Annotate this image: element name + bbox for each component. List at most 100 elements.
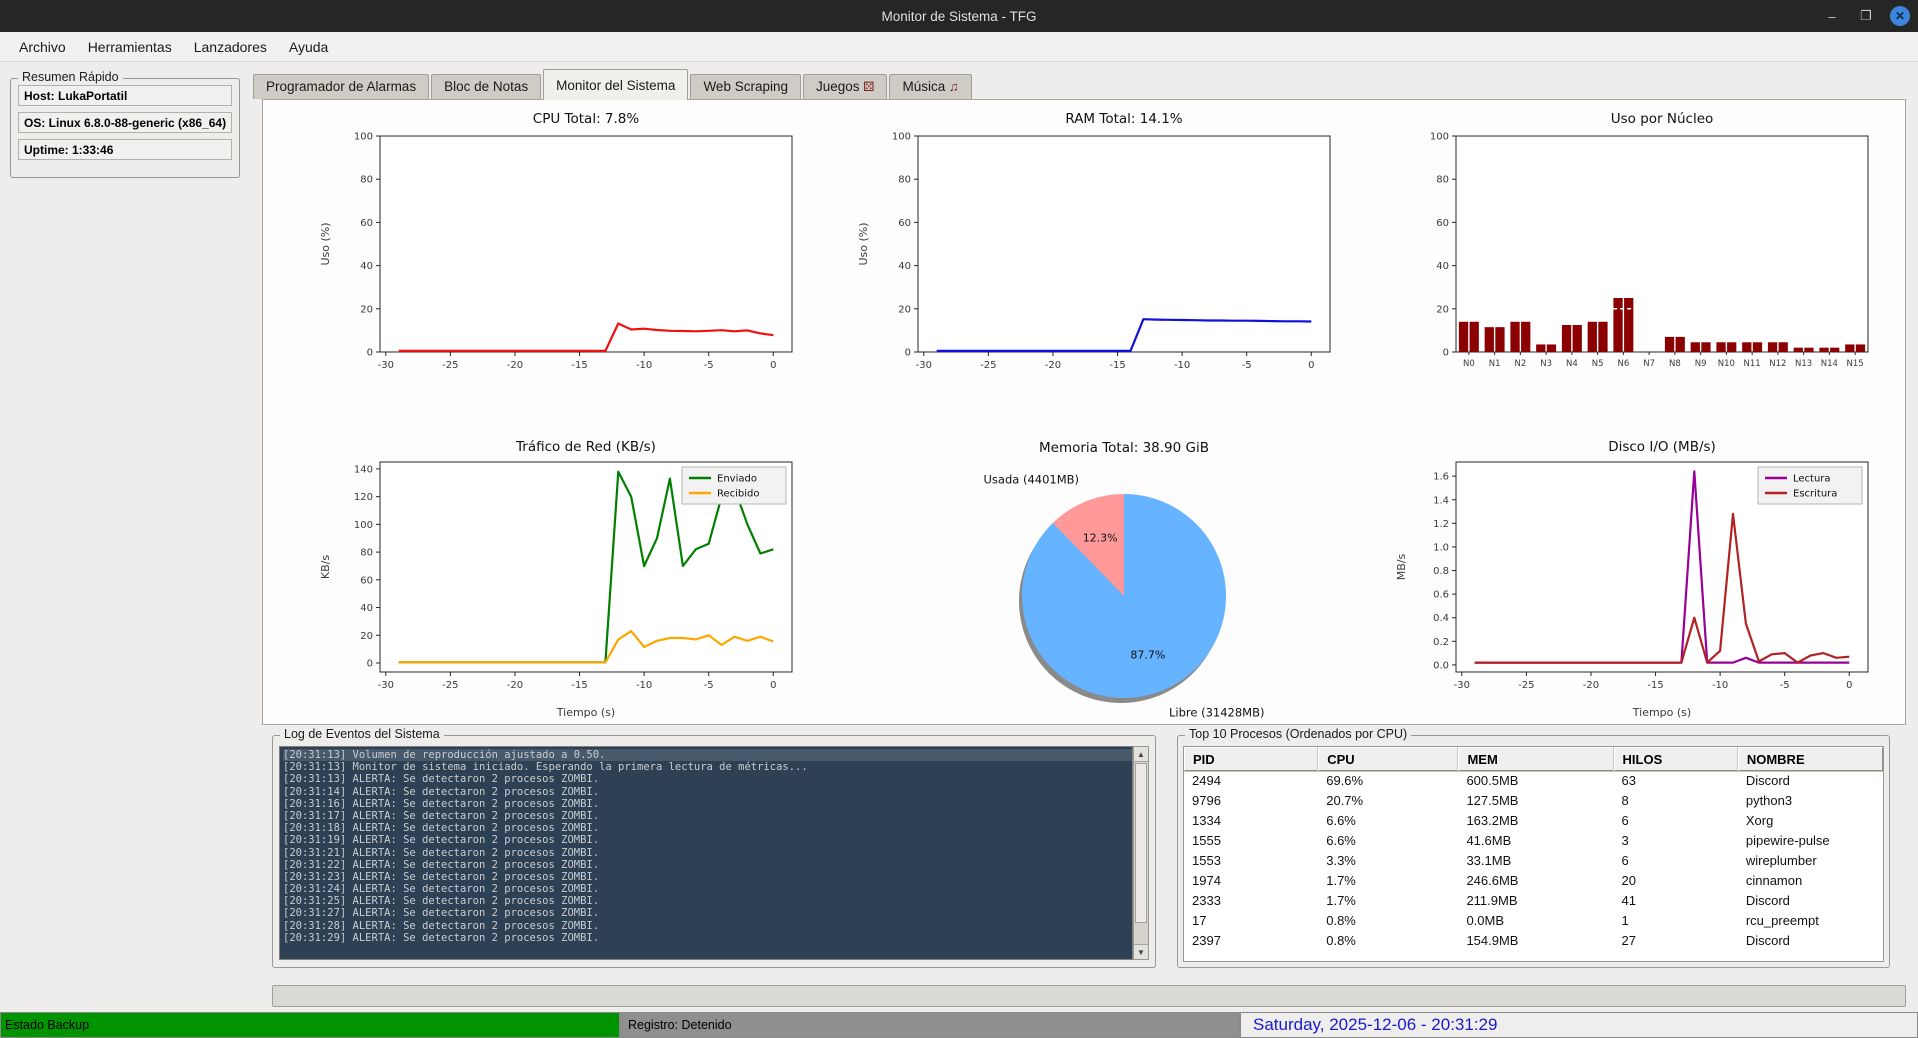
menu-ayuda[interactable]: Ayuda	[278, 34, 339, 60]
process-cell: 0.0MB	[1458, 911, 1613, 931]
process-row[interactable]: 23970.8%154.9MB27Discord	[1184, 931, 1883, 951]
menu-archivo[interactable]: Archivo	[8, 34, 77, 60]
process-cell: 6	[1614, 851, 1738, 871]
log-line: [20:31:24] ALERTA: Se detectaron 2 proce…	[283, 883, 1132, 895]
svg-text:-20: -20	[1045, 360, 1061, 371]
process-row[interactable]: 170.8%0.0MB1rcu_preempt	[1184, 911, 1883, 931]
network-traffic-chart: 020406080100120140Tráfico de Red (KB/s)K…	[310, 434, 852, 724]
svg-text:-10: -10	[1174, 360, 1190, 371]
svg-text:0: 0	[1308, 360, 1314, 371]
column-header-nombre[interactable]: NOMBRE	[1738, 747, 1883, 771]
disk-io-chart: 0.00.20.40.60.81.01.21.41.6Disco I/O (MB…	[1386, 434, 1918, 724]
svg-text:Uso por Núcleo: Uso por Núcleo	[1611, 111, 1714, 127]
tab-música[interactable]: Música ♫	[889, 74, 971, 99]
svg-text:-10: -10	[636, 680, 652, 691]
tab-juegos[interactable]: Juegos ⚄	[803, 74, 887, 99]
svg-text:N6: N6	[1617, 359, 1629, 369]
log-line: [20:31:23] ALERTA: Se detectaron 2 proce…	[283, 871, 1132, 883]
process-cell: Discord	[1738, 891, 1883, 911]
column-header-cpu[interactable]: CPU	[1318, 747, 1458, 771]
log-line: [20:31:21] ALERTA: Se detectaron 2 proce…	[283, 847, 1132, 859]
process-cell: 1974	[1184, 871, 1318, 891]
svg-text:N10: N10	[1718, 359, 1735, 369]
svg-text:-25: -25	[980, 360, 996, 371]
svg-text:1.2: 1.2	[1433, 519, 1449, 530]
minimize-icon[interactable]: –	[1822, 6, 1842, 26]
window-title: Monitor de Sistema - TFG	[881, 9, 1036, 24]
process-cell: 41	[1614, 891, 1738, 911]
column-header-mem[interactable]: MEM	[1458, 747, 1613, 771]
svg-text:-30: -30	[378, 360, 394, 371]
log-line: [20:31:28] ALERTA: Se detectaron 2 proce…	[283, 920, 1132, 932]
process-row[interactable]: 23331.7%211.9MB41Discord	[1184, 891, 1883, 911]
menubar: ArchivoHerramientasLanzadoresAyuda	[0, 32, 1918, 62]
svg-text:N11: N11	[1744, 359, 1761, 369]
process-cell: 211.9MB	[1458, 891, 1613, 911]
recording-status-label: Registro: Detenido	[620, 1012, 1240, 1038]
svg-text:-15: -15	[571, 680, 587, 691]
svg-text:-10: -10	[1712, 680, 1728, 691]
svg-text:Usada (4401MB): Usada (4401MB)	[984, 472, 1080, 486]
svg-text:80: 80	[1436, 175, 1449, 186]
svg-text:N2: N2	[1514, 359, 1526, 369]
svg-text:-10: -10	[636, 360, 652, 371]
process-cell: 69.6%	[1318, 771, 1458, 791]
process-cell: 600.5MB	[1458, 771, 1613, 791]
music-note-icon: ♫	[945, 79, 958, 94]
svg-text:1.4: 1.4	[1433, 495, 1449, 506]
event-log-console[interactable]: [20:31:13] Volumen de reproducción ajust…	[279, 746, 1133, 960]
scroll-down-icon[interactable]: ▼	[1134, 944, 1148, 959]
svg-text:0: 0	[367, 348, 373, 359]
svg-text:N7: N7	[1643, 359, 1655, 369]
process-cell: 0.8%	[1318, 931, 1458, 951]
column-header-pid[interactable]: PID	[1184, 747, 1318, 771]
svg-text:0.6: 0.6	[1433, 590, 1449, 601]
process-row[interactable]: 19741.7%246.6MB20cinnamon	[1184, 871, 1883, 891]
svg-text:-5: -5	[704, 360, 714, 371]
process-row[interactable]: 13346.6%163.2MB6Xorg	[1184, 811, 1883, 831]
scroll-up-icon[interactable]: ▲	[1134, 747, 1148, 762]
os-label: OS: Linux 6.8.0-88-generic (x86_64)	[18, 112, 232, 133]
tab-bloc-de-notas[interactable]: Bloc de Notas	[431, 74, 541, 99]
tab-web-scraping[interactable]: Web Scraping	[690, 74, 801, 99]
menu-lanzadores[interactable]: Lanzadores	[183, 34, 278, 60]
svg-text:0: 0	[770, 360, 776, 371]
per-core-usage-chart: 020406080100Uso por NúcleoN0N1N2N3N4N5N6…	[1386, 106, 1918, 396]
process-cell: 33.1MB	[1458, 851, 1613, 871]
column-header-hilos[interactable]: HILOS	[1614, 747, 1738, 771]
svg-text:N9: N9	[1695, 359, 1707, 369]
cpu-total-chart: 020406080100CPU Total: 7.8%Uso (%)-30-25…	[310, 106, 852, 396]
svg-text:-15: -15	[1647, 680, 1663, 691]
maximize-icon[interactable]: ❐	[1856, 6, 1876, 26]
scrollbar-thumb[interactable]	[1135, 763, 1147, 923]
statusbar: Estado Backup Registro: Detenido Saturda…	[0, 1012, 1918, 1038]
svg-text:KB/s: KB/s	[319, 555, 332, 579]
tab-programador-de-alarmas[interactable]: Programador de Alarmas	[253, 74, 429, 99]
svg-text:Uso (%): Uso (%)	[857, 222, 870, 265]
process-cell: 1553	[1184, 851, 1318, 871]
tab-monitor-del-sistema[interactable]: Monitor del Sistema	[543, 69, 688, 100]
log-scrollbar[interactable]: ▲ ▼	[1133, 746, 1149, 960]
process-cell: 1.7%	[1318, 871, 1458, 891]
menu-herramientas[interactable]: Herramientas	[77, 34, 183, 60]
svg-text:MB/s: MB/s	[1395, 553, 1408, 580]
svg-text:80: 80	[360, 548, 373, 559]
process-row[interactable]: 979620.7%127.5MB8python3	[1184, 791, 1883, 811]
svg-text:0: 0	[1846, 680, 1852, 691]
svg-text:12.3%: 12.3%	[1083, 531, 1118, 544]
svg-text:0.8: 0.8	[1433, 566, 1449, 577]
svg-text:0.0: 0.0	[1433, 660, 1449, 671]
process-row[interactable]: 15556.6%41.6MB3pipewire-pulse	[1184, 831, 1883, 851]
process-cell: 1	[1614, 911, 1738, 931]
close-icon[interactable]: ✕	[1890, 6, 1910, 26]
process-cell: 1555	[1184, 831, 1318, 851]
process-cell: 3	[1614, 831, 1738, 851]
log-line: [20:31:25] ALERTA: Se detectaron 2 proce…	[283, 895, 1132, 907]
svg-text:60: 60	[360, 218, 373, 229]
svg-text:-20: -20	[507, 680, 523, 691]
process-table-group: Top 10 Procesos (Ordenados por CPU) PIDC…	[1177, 735, 1890, 968]
process-cell: Discord	[1738, 931, 1883, 951]
window-controls: – ❐ ✕	[1822, 0, 1910, 32]
process-row[interactable]: 249469.6%600.5MB63Discord	[1184, 771, 1883, 791]
process-row[interactable]: 15533.3%33.1MB6wireplumber	[1184, 851, 1883, 871]
